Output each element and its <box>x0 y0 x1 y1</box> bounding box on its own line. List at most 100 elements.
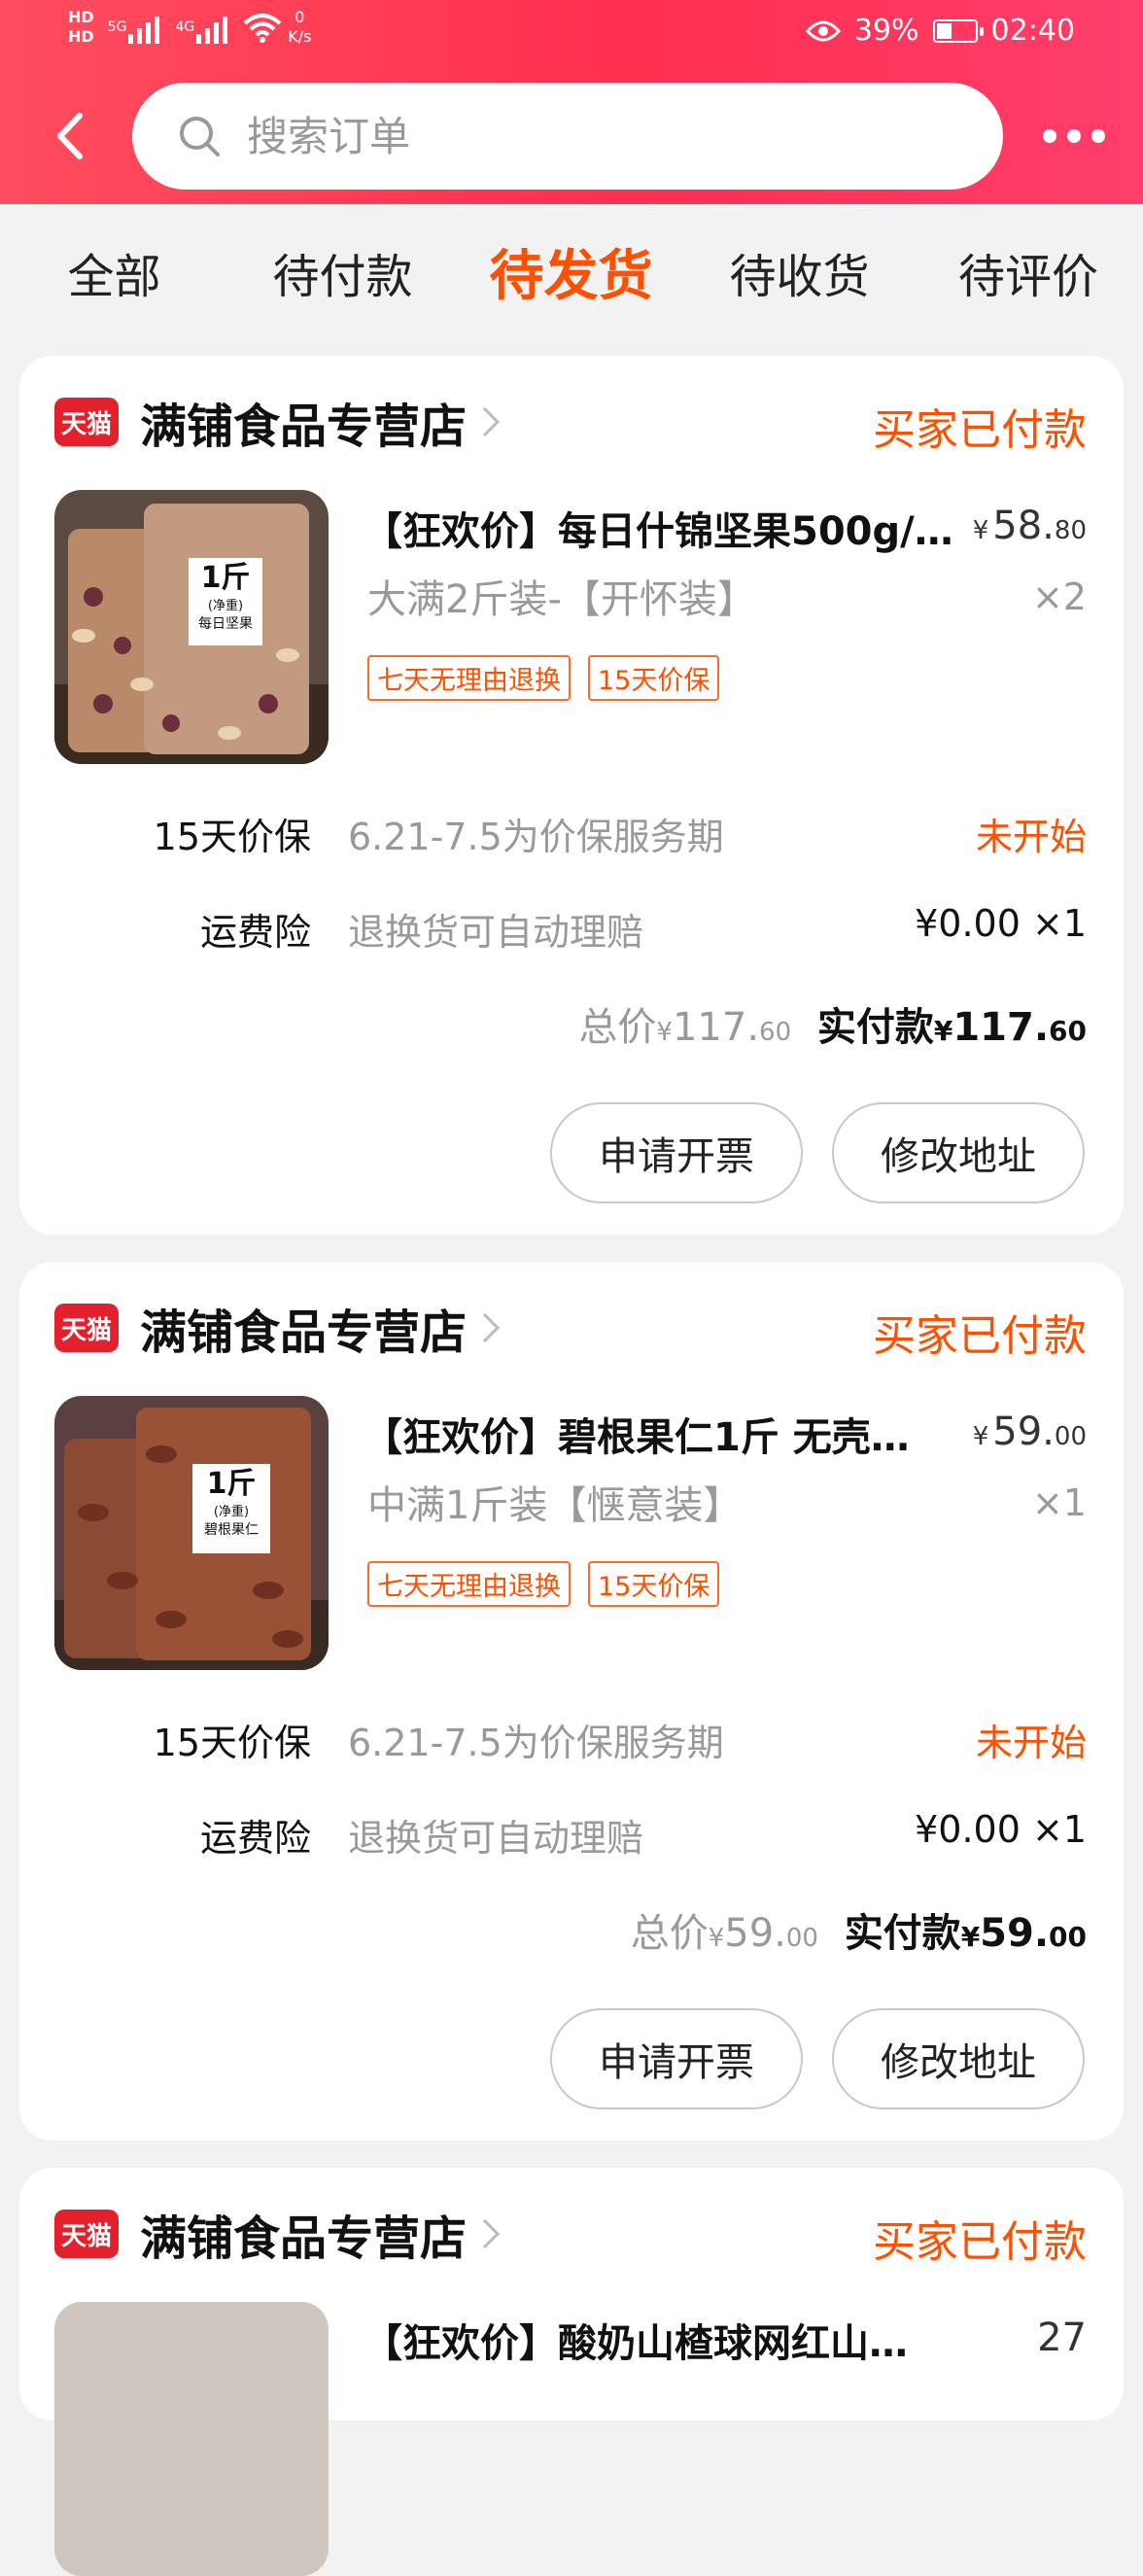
paid-dec: 60 <box>1049 1015 1087 1047</box>
paid-label: 实付款 <box>844 1911 961 1956</box>
tab-pending-receipt[interactable]: 待收货 <box>685 224 914 331</box>
product-image[interactable] <box>54 2302 329 2576</box>
image-label-name: 碧根果仁 <box>204 1522 259 1538</box>
total-dec: 60 <box>759 1018 792 1047</box>
status-left: HD HD 5G 4G 0 K/s <box>68 8 311 47</box>
back-chevron-icon[interactable] <box>51 112 89 160</box>
product-title[interactable]: 【狂欢价】碧根果仁1斤 无壳… <box>364 1406 976 1462</box>
signal-icon-2 <box>196 11 228 44</box>
total-price: 总价¥59.00 <box>631 1911 818 1956</box>
change-address-button[interactable]: 修改地址 <box>832 2008 1085 2109</box>
total-label: 总价 <box>630 1911 709 1956</box>
wifi-icon <box>243 14 282 43</box>
paid-dec: 00 <box>1049 1921 1087 1953</box>
tab-all[interactable]: 全部 <box>0 224 228 331</box>
image-label-name: 每日坚果 <box>198 616 253 632</box>
search-input[interactable] <box>245 111 929 161</box>
shop-name[interactable]: 满铺食品专营店 <box>140 388 467 456</box>
net-4g-label: 4G <box>175 19 195 35</box>
image-label-weight: 1斤 <box>200 561 251 595</box>
order-tabs: 全部 待付款 待发货 待收货 待评价 <box>0 224 1143 331</box>
price-protect-desc: 6.21-7.5为价保服务期 <box>348 1722 724 1764</box>
total-price: 总价¥117.60 <box>578 1005 791 1050</box>
shop-name[interactable]: 满铺食品专营店 <box>140 2200 467 2268</box>
price-protect-label: 15天价保 <box>153 816 311 858</box>
status-right: 39% 02:40 <box>805 14 1075 48</box>
product-image[interactable]: 1斤 (净重) 碧根果仁 <box>54 1396 329 1670</box>
paid-amount: 实付款¥117.60 <box>817 1005 1087 1050</box>
order-status: 买家已付款 <box>873 1311 1087 1361</box>
hd1-label: HD <box>68 8 94 26</box>
status-bar: HD HD 5G 4G 0 K/s 39% 02:40 <box>0 0 1143 70</box>
price-int: 59. <box>992 1410 1055 1454</box>
search-bar[interactable] <box>132 83 1003 190</box>
tmall-logo: 天猫 <box>54 2210 119 2258</box>
badge-7day-return: 七天无理由退换 <box>367 1561 571 1607</box>
badge-price-protect: 15天价保 <box>588 1561 720 1607</box>
price-int: 58. <box>992 504 1055 548</box>
order-card[interactable]: 天猫 满铺食品专营店 买家已付款 1斤 (净重) 每日坚果 【狂欢价】每日什锦坚… <box>19 356 1124 1235</box>
net-speed-value: 0 <box>294 8 305 26</box>
shop-row[interactable]: 天猫 满铺食品专营店 <box>54 2205 502 2266</box>
product-title[interactable]: 【狂欢价】每日什锦坚果500g/… <box>364 500 976 556</box>
change-address-button[interactable]: 修改地址 <box>832 1102 1085 1203</box>
chevron-right-icon <box>482 2218 501 2249</box>
shop-row[interactable]: 天猫 满铺食品专营店 <box>54 1299 502 1360</box>
search-icon <box>180 117 220 157</box>
price-currency: ¥ <box>972 1422 989 1451</box>
paid-label: 实付款 <box>816 1005 934 1050</box>
battery-percent: 39% <box>853 14 919 48</box>
product-price: ¥59.00 <box>973 1410 1087 1454</box>
order-status: 买家已付款 <box>873 405 1087 455</box>
request-invoice-button[interactable]: 申请开票 <box>550 2008 803 2109</box>
service-badges: 七天无理由退换 15天价保 <box>367 655 720 701</box>
eye-icon <box>805 20 841 41</box>
image-label-net: (净重) <box>207 599 244 613</box>
price-protect-label: 15天价保 <box>153 1722 311 1764</box>
tab-pending-payment[interactable]: 待付款 <box>228 224 457 331</box>
total-currency: ¥ <box>708 1924 725 1953</box>
chevron-right-icon <box>482 1312 501 1343</box>
tmall-logo: 天猫 <box>54 1304 119 1352</box>
order-totals: 总价¥59.00 实付款¥59.00 <box>631 1901 1087 1958</box>
paid-currency: ¥ <box>933 1015 953 1047</box>
shipping-ins-value: ¥0.00 ×1 <box>915 902 1087 945</box>
product-title[interactable]: 【狂欢价】酸奶山楂球网红山… <box>364 2312 976 2368</box>
shop-row[interactable]: 天猫 满铺食品专营店 <box>54 393 502 454</box>
product-spec: 中满1斤装【惬意装】 <box>367 1483 743 1528</box>
total-int: 117. <box>672 1005 760 1050</box>
price-int: 27 <box>1037 2315 1087 2360</box>
hd2-label: HD <box>68 27 94 46</box>
total-int: 59. <box>724 1911 786 1956</box>
image-label-weight: 1斤 <box>206 1467 257 1501</box>
price-currency: ¥ <box>972 516 989 545</box>
order-card[interactable]: 天猫 满铺食品专营店 买家已付款 1斤 (净重) 碧根果仁 【狂欢价】碧根果仁1… <box>19 1262 1124 2141</box>
image-label: 1斤 (净重) 每日坚果 <box>190 562 260 633</box>
order-card[interactable]: 天猫 满铺食品专营店 买家已付款 【狂欢价】酸奶山楂球网红山… 27 <box>19 2168 1124 2576</box>
image-label-net: (净重) <box>213 1505 250 1519</box>
chevron-right-icon <box>482 406 501 437</box>
battery-icon <box>932 18 984 43</box>
total-currency: ¥ <box>656 1018 673 1047</box>
app-header: HD HD 5G 4G 0 K/s 39% 02:40 <box>0 0 1143 204</box>
shipping-ins-value: ¥0.00 ×1 <box>915 1808 1087 1851</box>
product-image[interactable]: 1斤 (净重) 每日坚果 <box>54 490 329 764</box>
paid-int: 59. <box>980 1911 1050 1956</box>
shipping-ins-desc: 退换货可自动理赔 <box>348 1817 644 1860</box>
service-badges: 七天无理由退换 15天价保 <box>367 1561 720 1607</box>
product-price: 27 <box>1037 2315 1087 2360</box>
request-invoice-button[interactable]: 申请开票 <box>550 1102 803 1203</box>
shipping-ins-desc: 退换货可自动理赔 <box>348 911 644 954</box>
net-5g-label: 5G <box>107 19 127 35</box>
signal-icon <box>128 11 160 44</box>
badge-7day-return: 七天无理由退换 <box>367 655 571 701</box>
more-dots-icon[interactable] <box>1040 122 1108 151</box>
product-qty: ×1 <box>1031 1481 1087 1524</box>
tab-pending-review[interactable]: 待评价 <box>914 224 1143 331</box>
shop-name[interactable]: 满铺食品专营店 <box>140 1294 467 1362</box>
image-label: 1斤 (净重) 碧根果仁 <box>194 1468 268 1539</box>
clock: 02:40 <box>990 14 1075 48</box>
paid-amount: 实付款¥59.00 <box>845 1911 1087 1956</box>
price-dec: 80 <box>1054 516 1087 545</box>
tab-pending-shipment[interactable]: 待发货 <box>457 224 685 331</box>
